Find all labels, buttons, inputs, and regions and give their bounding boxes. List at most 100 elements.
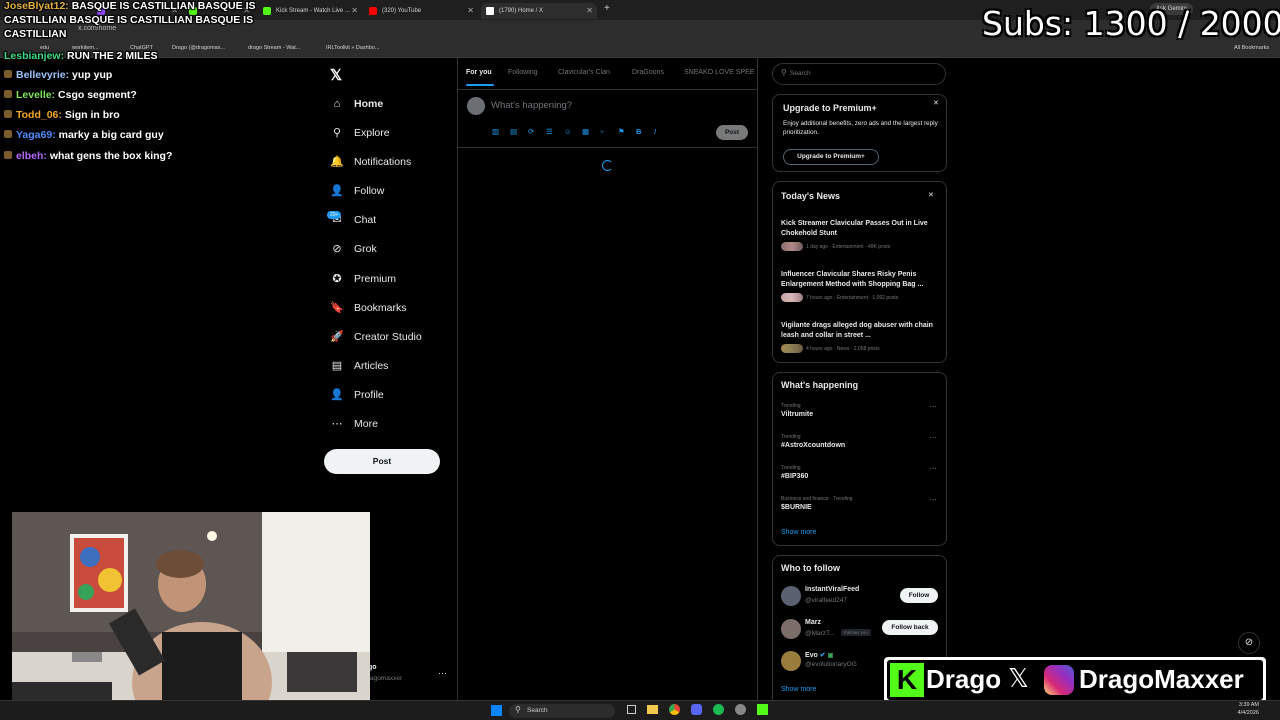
tab-close-icon[interactable]: ✕ bbox=[586, 3, 593, 19]
emoji-icon[interactable]: ☺ bbox=[564, 127, 572, 136]
avatar[interactable] bbox=[781, 651, 801, 671]
trend-category: Trending bbox=[781, 434, 801, 440]
x-favicon-icon bbox=[486, 7, 494, 15]
tab-list[interactable]: DraGoons bbox=[632, 69, 664, 76]
follow-user-name[interactable]: InstantViralFeed bbox=[805, 586, 859, 593]
sidebar-item-more[interactable]: ⋯ More bbox=[330, 413, 378, 435]
grok-icon[interactable]: ⟳ bbox=[528, 127, 534, 136]
browser-tab[interactable]: Kick Stream - Watch Live ... ✕ bbox=[258, 3, 362, 19]
url-field[interactable]: x.com/home bbox=[78, 25, 116, 32]
trend-item[interactable]: Viltrumite bbox=[781, 411, 813, 418]
person-add-icon: 👤 bbox=[330, 185, 344, 197]
more-icon[interactable]: ⋯ bbox=[929, 433, 937, 442]
chat-text: marky a big card guy bbox=[58, 129, 164, 141]
sidebar-item-explore[interactable]: ⚲ Explore bbox=[330, 122, 390, 144]
browser-tab-active[interactable]: (1790) Home / X ✕ bbox=[481, 3, 597, 19]
chat-text: BASQUE IS CASTILLIAN BASQUE IS bbox=[71, 0, 256, 12]
account-more-icon[interactable]: ⋯ bbox=[438, 668, 447, 679]
follow-user-name[interactable]: Evo ✔ ▣ bbox=[805, 651, 833, 659]
grok-icon[interactable]: ⊘ bbox=[1238, 632, 1260, 654]
articles-icon: ▤ bbox=[331, 360, 343, 372]
news-meta: 7 hours ago · Entertainment · 1,092 post… bbox=[806, 294, 899, 301]
news-item[interactable]: Influencer Clavicular Shares Risky Penis… bbox=[781, 270, 941, 302]
file-explorer-icon[interactable] bbox=[647, 705, 658, 714]
schedule-icon[interactable]: ▦ bbox=[582, 127, 589, 136]
post-button[interactable]: Post bbox=[324, 449, 440, 474]
news-headline: Influencer Clavicular Shares Risky Penis… bbox=[781, 271, 924, 288]
avatar[interactable] bbox=[781, 619, 801, 639]
chat-username: Bellevyrie: bbox=[16, 69, 70, 81]
follow-user-name[interactable]: Marz bbox=[805, 619, 821, 626]
news-item[interactable]: Vigilante drags alleged dog abuser with … bbox=[781, 321, 941, 353]
compose-post-button[interactable]: Post bbox=[716, 125, 748, 140]
sidebar-item-home[interactable]: ⌂ Home bbox=[330, 93, 384, 115]
more-icon[interactable]: ⋯ bbox=[929, 495, 937, 504]
news-item[interactable]: Kick Streamer Clavicular Passes Out in L… bbox=[781, 219, 941, 251]
upgrade-premium-button[interactable]: Upgrade to Premium+ bbox=[783, 149, 879, 165]
tab-following[interactable]: Following bbox=[508, 69, 538, 76]
search-input[interactable]: ⚲ Search bbox=[772, 63, 946, 85]
sidebar-item-creator-studio[interactable]: 🚀 Creator Studio bbox=[330, 326, 422, 348]
spotify-icon[interactable] bbox=[713, 704, 724, 715]
sidebar-item-articles[interactable]: ▤ Articles bbox=[330, 355, 389, 377]
sidebar-item-grok[interactable]: ⊘ Grok bbox=[330, 238, 376, 260]
news-headline: Kick Streamer Clavicular Passes Out in L… bbox=[781, 220, 928, 237]
chat-text: yup yup bbox=[72, 69, 113, 81]
tab-close-icon[interactable]: ✕ bbox=[467, 3, 474, 19]
sidebar-item-notifications[interactable]: 🔔 Notifications bbox=[330, 151, 411, 173]
bookmark-item[interactable]: IRLToolkit » Dashbo... bbox=[326, 45, 379, 51]
sidebar-item-bookmarks[interactable]: 🔖 Bookmarks bbox=[330, 297, 406, 319]
follows-you-badge: Follows you bbox=[841, 629, 871, 636]
sidebar-item-label: Profile bbox=[354, 389, 384, 401]
tab-list[interactable]: Clavicular's Clan bbox=[558, 69, 610, 76]
flag-icon[interactable]: ⚑ bbox=[618, 127, 625, 136]
kick-icon[interactable] bbox=[757, 704, 768, 715]
sidebar-item-profile[interactable]: 👤 Profile bbox=[330, 384, 384, 406]
chat-badge-icon bbox=[4, 151, 12, 159]
all-bookmarks[interactable]: All Bookmarks bbox=[1234, 45, 1269, 51]
compose-input[interactable]: What's happening? bbox=[491, 100, 572, 111]
follow-title: Who to follow bbox=[781, 563, 840, 573]
location-icon[interactable]: ⌖ bbox=[600, 127, 604, 137]
tab-close-icon[interactable]: ✕ bbox=[351, 3, 358, 19]
more-icon[interactable]: ⋯ bbox=[929, 464, 937, 473]
follow-button[interactable]: Follow bbox=[900, 588, 938, 603]
streamer-branding: K Drago 𝕏 DragoMaxxer bbox=[884, 657, 1266, 703]
verified-icon: ✔ bbox=[819, 652, 826, 659]
bookmark-item[interactable]: Drago (@dragomax... bbox=[172, 45, 225, 51]
sidebar-item-premium[interactable]: ✪ Premium bbox=[330, 268, 396, 290]
italic-icon[interactable]: I bbox=[654, 127, 656, 136]
bold-icon[interactable]: B bbox=[636, 127, 641, 136]
gif-icon[interactable]: ▤ bbox=[510, 127, 517, 136]
show-more-link[interactable]: Show more bbox=[781, 686, 816, 693]
trend-item[interactable]: #BIP360 bbox=[781, 473, 808, 480]
home-icon: ⌂ bbox=[333, 98, 341, 110]
avatar[interactable] bbox=[781, 586, 801, 606]
x-logo-icon[interactable]: 𝕏 bbox=[330, 66, 342, 84]
image-icon[interactable]: ▨ bbox=[492, 127, 499, 136]
sidebar-item-label: Articles bbox=[354, 360, 389, 372]
chrome-icon[interactable] bbox=[669, 704, 680, 715]
close-icon[interactable]: ✕ bbox=[928, 191, 934, 199]
new-tab-icon[interactable]: + bbox=[604, 3, 610, 14]
poll-icon[interactable]: ☰ bbox=[546, 127, 553, 136]
bookmark-item[interactable]: drago Stream - Wat... bbox=[248, 45, 300, 51]
show-more-link[interactable]: Show more bbox=[781, 529, 816, 536]
trend-item[interactable]: $BURNIE bbox=[781, 504, 812, 511]
sidebar-item-follow[interactable]: 👤 Follow bbox=[330, 180, 384, 202]
discord-icon[interactable] bbox=[691, 704, 702, 715]
task-view-icon[interactable] bbox=[627, 705, 636, 714]
follow-back-button[interactable]: Follow back bbox=[882, 620, 938, 635]
avatar[interactable] bbox=[467, 97, 485, 115]
sidebar-item-label: Home bbox=[354, 98, 384, 110]
close-icon[interactable]: ✕ bbox=[933, 99, 939, 107]
start-icon[interactable] bbox=[491, 705, 502, 716]
chat-message: elbeh: what gens the box king? bbox=[4, 150, 172, 162]
tab-for-you[interactable]: For you bbox=[466, 69, 492, 76]
more-icon[interactable]: ⋯ bbox=[929, 402, 937, 411]
browser-tab[interactable]: (320) YouTube ✕ bbox=[364, 3, 478, 19]
trend-item[interactable]: #AstroXcountdown bbox=[781, 442, 845, 449]
taskbar-search[interactable]: ⚲ Search bbox=[509, 704, 615, 718]
obs-icon[interactable] bbox=[735, 704, 746, 715]
tab-list[interactable]: SNEAKO LOVE SPEE bbox=[684, 69, 756, 76]
